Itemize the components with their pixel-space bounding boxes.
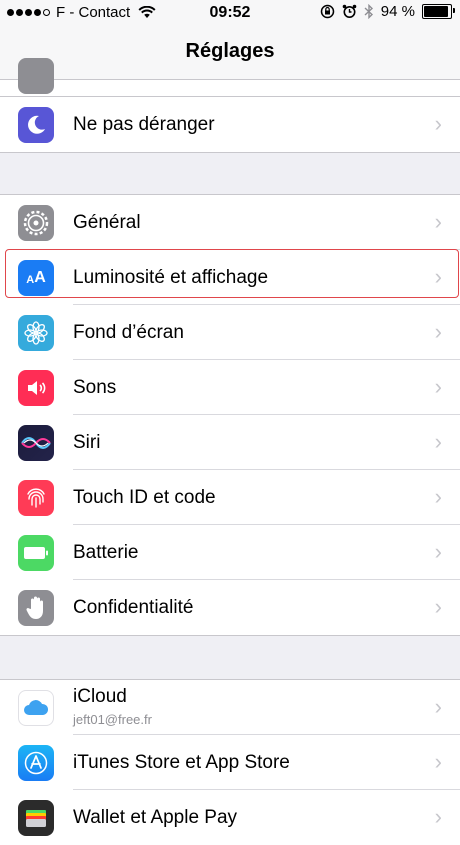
status-bar: F - Contact 09:52 94 %: [0, 0, 460, 26]
row-label: Sons: [73, 377, 117, 398]
row-label: Fond d’écran: [73, 322, 184, 343]
chevron-right-icon: ›: [434, 539, 442, 564]
flower-icon: [18, 315, 54, 351]
settings-group-focus: Ne pas déranger ›: [0, 96, 460, 153]
settings-row-batterie[interactable]: Batterie ›: [0, 525, 460, 580]
settings-row-luminosite[interactable]: AA Luminosité et affichage ›: [0, 250, 460, 305]
settings-row-sons[interactable]: Sons ›: [0, 360, 460, 415]
text-size-icon: AA: [18, 260, 54, 296]
row-label: iCloud: [73, 686, 127, 707]
row-label: Ne pas déranger: [73, 114, 215, 135]
settings-row-fond-ecran[interactable]: Fond d’écran ›: [0, 305, 460, 360]
chevron-right-icon: ›: [434, 429, 442, 454]
battery-icon: [422, 4, 455, 19]
partial-app-icon: [18, 58, 54, 94]
rotation-lock-icon: [320, 4, 335, 19]
wallet-icon: [18, 800, 54, 836]
row-label: Luminosité et affichage: [73, 267, 269, 288]
speaker-icon: [18, 370, 54, 406]
row-label: Batterie: [73, 542, 139, 563]
settings-row-itunes-app-store[interactable]: iTunes Store et App Store ›: [0, 735, 460, 790]
settings-row-ne-pas-deranger[interactable]: Ne pas déranger ›: [0, 97, 460, 152]
settings-row-icloud[interactable]: iCloud jeft01@free.fr ›: [0, 680, 460, 735]
chevron-right-icon: ›: [434, 111, 442, 136]
icloud-icon: [18, 690, 54, 726]
settings-row-general[interactable]: Général ›: [0, 195, 460, 250]
settings-row-confidentialite[interactable]: Confidentialité ›: [0, 580, 460, 635]
navigation-bar: Réglages: [0, 26, 460, 80]
chevron-right-icon: ›: [434, 209, 442, 234]
row-label: Wallet et Apple Pay: [73, 807, 238, 828]
battery-percentage: 94 %: [380, 3, 415, 20]
hand-icon: [18, 590, 54, 626]
settings-group-accounts: iCloud jeft01@free.fr › iTunes Store et …: [0, 679, 460, 845]
row-label: Touch ID et code: [73, 487, 216, 508]
fingerprint-icon: [18, 480, 54, 516]
battery-icon: [18, 535, 54, 571]
page-title: Réglages: [185, 40, 275, 62]
chevron-right-icon: ›: [434, 749, 442, 774]
chevron-right-icon: ›: [434, 264, 442, 289]
chevron-right-icon: ›: [434, 804, 442, 829]
row-label: Général: [73, 212, 141, 233]
settings-row-siri[interactable]: Siri ›: [0, 415, 460, 470]
account-email: jeft01@free.fr: [73, 712, 152, 727]
chevron-right-icon: ›: [434, 694, 442, 719]
app-store-icon: [18, 745, 54, 781]
chevron-right-icon: ›: [434, 594, 442, 619]
siri-icon: [18, 425, 54, 461]
chevron-right-icon: ›: [434, 319, 442, 344]
gear-icon: [18, 205, 54, 241]
battery-level: [424, 6, 449, 17]
bluetooth-icon: [364, 4, 373, 19]
row-label: Confidentialité: [73, 597, 194, 618]
settings-group-general: Général › AA Luminosité et affichage › F…: [0, 194, 460, 636]
row-label: Siri: [73, 432, 101, 453]
settings-row-touch-id[interactable]: Touch ID et code ›: [0, 470, 460, 525]
row-label: iTunes Store et App Store: [73, 752, 290, 773]
chevron-right-icon: ›: [434, 374, 442, 399]
chevron-right-icon: ›: [434, 484, 442, 509]
alarm-icon: [342, 4, 357, 18]
previous-row-partial: [0, 58, 460, 96]
moon-icon: [18, 107, 54, 143]
